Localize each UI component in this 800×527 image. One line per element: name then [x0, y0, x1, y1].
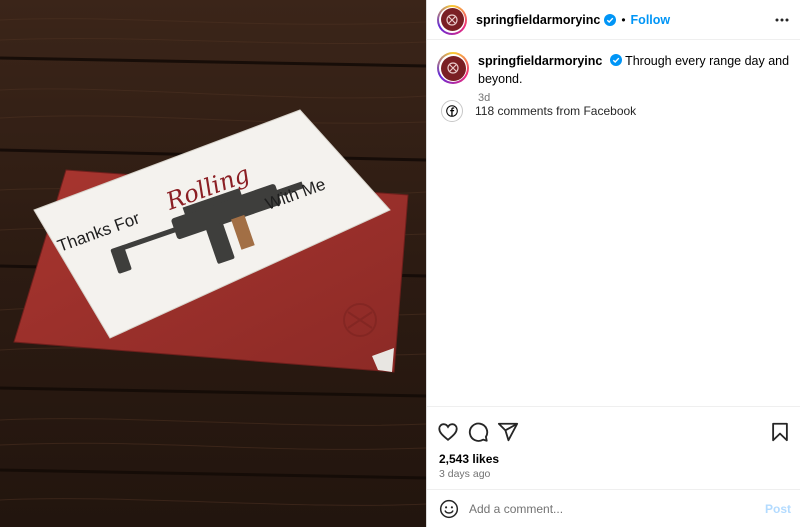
post-timestamp[interactable]: 3 days ago	[439, 468, 490, 480]
facebook-comments-row[interactable]: 118 comments from Facebook	[441, 100, 636, 122]
caption: springfieldarmoryinc Through every range…	[437, 52, 791, 107]
avatar[interactable]	[437, 4, 467, 35]
likes-count[interactable]: 2,543 likes	[439, 452, 499, 466]
facebook-icon	[441, 100, 463, 122]
post-header: springfieldarmoryinc • Follow	[427, 0, 800, 40]
bookmark-icon[interactable]	[769, 421, 791, 443]
follow-button[interactable]: Follow	[631, 13, 671, 27]
post-comment-button[interactable]: Post	[765, 502, 791, 516]
separator-dot: •	[621, 12, 626, 27]
caption-avatar[interactable]	[437, 52, 469, 84]
emoji-icon[interactable]	[439, 499, 459, 519]
verified-badge-icon	[604, 13, 617, 26]
verified-badge-icon	[609, 54, 622, 66]
facebook-comments-label: 118 comments from Facebook	[475, 104, 637, 118]
caption-username[interactable]: springfieldarmoryinc	[478, 54, 602, 68]
action-bar	[427, 406, 800, 450]
comment-icon[interactable]	[467, 421, 489, 443]
comment-bar: Post	[427, 489, 800, 527]
username-link[interactable]: springfieldarmoryinc	[476, 13, 600, 27]
post-image: Thanks For Rolling With Me	[0, 0, 426, 527]
more-options-icon[interactable]	[775, 13, 789, 27]
share-icon[interactable]	[497, 421, 519, 443]
post-media[interactable]: Thanks For Rolling With Me	[0, 0, 426, 527]
heart-icon[interactable]	[437, 421, 459, 443]
post-sidebar: springfieldarmoryinc • Follow springfiel…	[426, 0, 800, 527]
comment-input[interactable]	[469, 501, 739, 516]
